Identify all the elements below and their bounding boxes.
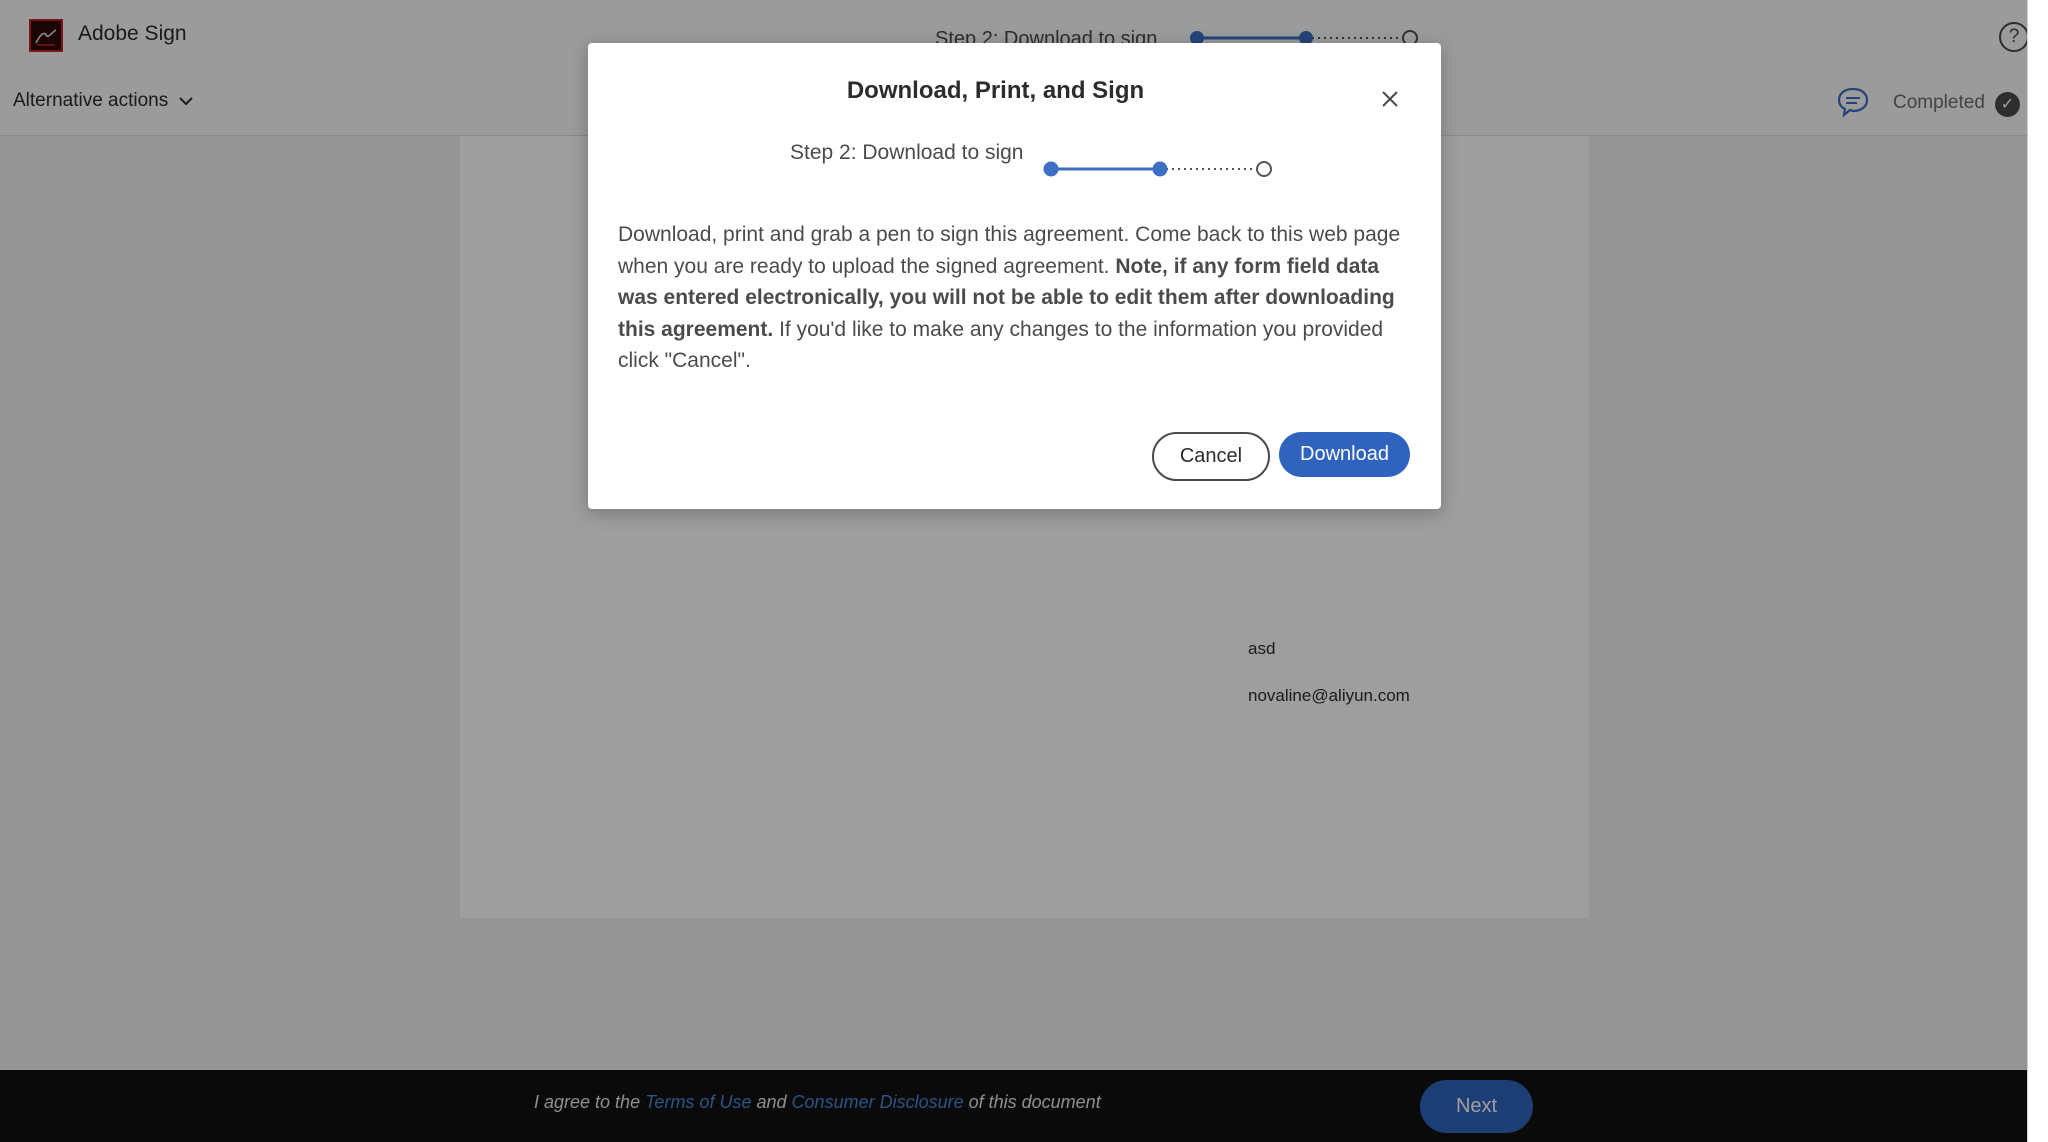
dialog-body-text: Download, print and grab a pen to sign t… (618, 219, 1418, 377)
download-button[interactable]: Download (1279, 432, 1410, 477)
dialog-step-label: Step 2: Download to sign (790, 141, 1024, 164)
close-icon[interactable] (1380, 89, 1400, 109)
dialog-progress-indicator (1043, 161, 1272, 177)
dialog-title: Download, Print, and Sign (846, 77, 1145, 104)
cancel-button[interactable]: Cancel (1152, 432, 1270, 481)
app-window: Adobe Sign Step 2: Download to sign ? Al… (0, 0, 2027, 1142)
vertical-scrollbar[interactable] (2027, 0, 2048, 1142)
download-print-sign-dialog: Download, Print, and Sign Step 2: Downlo… (588, 43, 1441, 509)
